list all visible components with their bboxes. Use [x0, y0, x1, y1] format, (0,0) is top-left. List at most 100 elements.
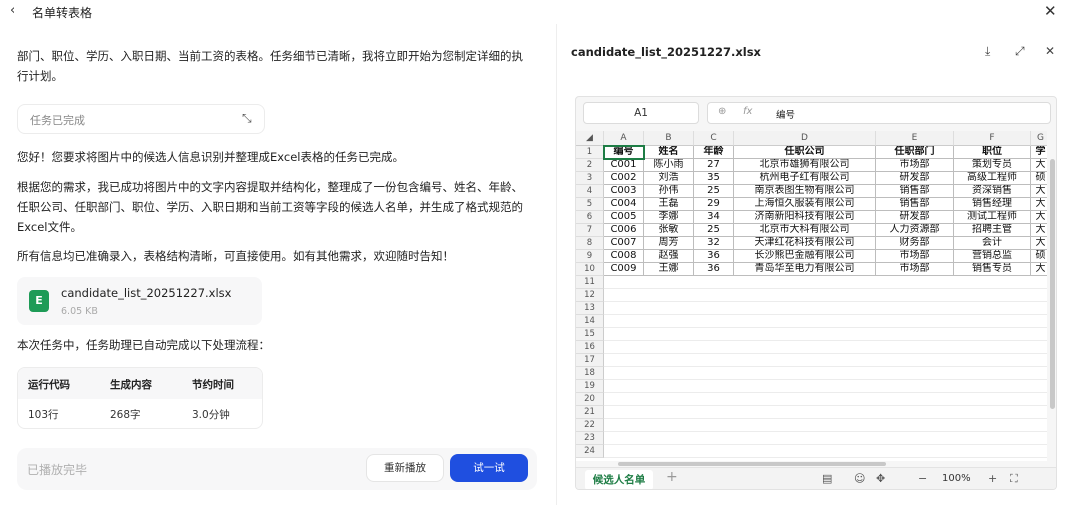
row-header[interactable]: 3	[576, 172, 604, 185]
table-cell[interactable]: 32	[694, 237, 734, 250]
table-cell[interactable]: C005	[604, 211, 644, 224]
column-header[interactable]: F	[954, 131, 1031, 146]
row-header[interactable]: 16	[576, 341, 604, 354]
row-header[interactable]: 21	[576, 406, 604, 419]
fit-screen-icon[interactable]: ⛶	[1010, 472, 1018, 486]
grid-corner[interactable]: ◢	[576, 131, 604, 146]
table-cell[interactable]: 25	[694, 224, 734, 237]
table-cell[interactable]: 大	[1031, 198, 1047, 211]
header-cell[interactable]: 编号	[604, 146, 644, 159]
table-cell[interactable]: C007	[604, 237, 644, 250]
scroll-thumb[interactable]	[618, 462, 886, 466]
table-cell[interactable]: 南京表图生物有限公司	[734, 185, 876, 198]
empty-row[interactable]	[604, 445, 1047, 458]
table-cell[interactable]: 上海恒久服装有限公司	[734, 198, 876, 211]
row-header[interactable]: 11	[576, 276, 604, 289]
fullscreen-icon[interactable]: ⤢	[1015, 44, 1025, 59]
row-header[interactable]: 8	[576, 237, 604, 250]
row-header[interactable]: 13	[576, 302, 604, 315]
header-cell[interactable]: 年龄	[694, 146, 734, 159]
table-cell[interactable]: 测试工程师	[954, 211, 1031, 224]
vertical-scrollbar[interactable]	[1047, 131, 1056, 461]
column-header[interactable]: E	[876, 131, 954, 146]
row-header[interactable]: 12	[576, 289, 604, 302]
header-cell[interactable]: 姓名	[644, 146, 694, 159]
column-header[interactable]: C	[694, 131, 734, 146]
table-cell[interactable]: 刘浩	[644, 172, 694, 185]
empty-row[interactable]	[604, 393, 1047, 406]
table-cell[interactable]: 硕	[1031, 172, 1047, 185]
scroll-thumb[interactable]	[1050, 159, 1055, 409]
empty-row[interactable]	[604, 367, 1047, 380]
row-header[interactable]: 10	[576, 263, 604, 276]
table-cell[interactable]: C008	[604, 250, 644, 263]
table-cell[interactable]: 27	[694, 159, 734, 172]
name-box[interactable]: A1	[583, 102, 699, 124]
freeze-icon[interactable]: ✥	[876, 472, 885, 485]
zoom-out-icon[interactable]: −	[918, 472, 927, 485]
table-cell[interactable]: 北京市大科有限公司	[734, 224, 876, 237]
row-header[interactable]: 2	[576, 159, 604, 172]
row-header[interactable]: 22	[576, 419, 604, 432]
download-icon[interactable]: ⤓	[985, 44, 990, 59]
table-cell[interactable]: 销售经理	[954, 198, 1031, 211]
row-header[interactable]: 19	[576, 380, 604, 393]
sheet-list-icon[interactable]: ▤	[822, 472, 832, 485]
empty-row[interactable]	[604, 328, 1047, 341]
table-cell[interactable]: 市场部	[876, 263, 954, 276]
close-viewer-icon[interactable]: ✕	[1045, 44, 1055, 58]
table-cell[interactable]: 张敏	[644, 224, 694, 237]
table-cell[interactable]: 北京市雄狮有限公司	[734, 159, 876, 172]
table-cell[interactable]: 36	[694, 250, 734, 263]
table-cell[interactable]: 市场部	[876, 250, 954, 263]
row-header[interactable]: 17	[576, 354, 604, 367]
header-cell[interactable]: 学	[1031, 146, 1047, 159]
formula-bar[interactable]: ⊕ fx 编号	[707, 102, 1051, 124]
table-cell[interactable]: 大	[1031, 224, 1047, 237]
try-button[interactable]: 试一试	[450, 454, 528, 482]
add-sheet-icon[interactable]: +	[666, 469, 678, 485]
header-cell[interactable]: 职位	[954, 146, 1031, 159]
back-icon[interactable]: ‹	[10, 3, 15, 18]
zoom-in-icon[interactable]: +	[988, 472, 997, 485]
table-cell[interactable]: 孙伟	[644, 185, 694, 198]
table-cell[interactable]: 营销总监	[954, 250, 1031, 263]
table-cell[interactable]: 市场部	[876, 159, 954, 172]
empty-row[interactable]	[604, 276, 1047, 289]
table-cell[interactable]: 大	[1031, 159, 1047, 172]
header-cell[interactable]: 任职公司	[734, 146, 876, 159]
sheet-tab[interactable]: 候选人名单	[585, 470, 653, 489]
table-cell[interactable]: 会计	[954, 237, 1031, 250]
row-header[interactable]: 9	[576, 250, 604, 263]
cell-grid[interactable]: ◢ A B C D E F G 1 2 3 4 5 6 7 8 9 10 11 12 13 14 15 16 17 18 19 20 2…	[576, 131, 1047, 461]
table-cell[interactable]: 大	[1031, 237, 1047, 250]
empty-row[interactable]	[604, 419, 1047, 432]
empty-row[interactable]	[604, 406, 1047, 419]
table-cell[interactable]: 36	[694, 263, 734, 276]
table-cell[interactable]: 硕	[1031, 250, 1047, 263]
table-cell[interactable]: 策划专员	[954, 159, 1031, 172]
close-icon[interactable]: ✕	[1044, 2, 1057, 20]
empty-row[interactable]	[604, 341, 1047, 354]
table-cell[interactable]: C009	[604, 263, 644, 276]
table-cell[interactable]: 大	[1031, 211, 1047, 224]
table-cell[interactable]: 杭州电子红有限公司	[734, 172, 876, 185]
table-cell[interactable]: 济南新阳科技有限公司	[734, 211, 876, 224]
empty-row[interactable]	[604, 315, 1047, 328]
table-cell[interactable]: 34	[694, 211, 734, 224]
row-header[interactable]: 5	[576, 198, 604, 211]
table-cell[interactable]: 长沙熊巴金融有限公司	[734, 250, 876, 263]
table-cell[interactable]: 销售部	[876, 198, 954, 211]
row-header[interactable]: 24	[576, 445, 604, 458]
table-cell[interactable]: 人力资源部	[876, 224, 954, 237]
table-cell[interactable]: 销售专员	[954, 263, 1031, 276]
table-cell[interactable]: C006	[604, 224, 644, 237]
table-cell[interactable]: 研发部	[876, 172, 954, 185]
view-icon[interactable]: ☺	[854, 472, 865, 485]
empty-row[interactable]	[604, 380, 1047, 393]
empty-row[interactable]	[604, 354, 1047, 367]
row-header[interactable]: 23	[576, 432, 604, 445]
column-header[interactable]: G	[1031, 131, 1047, 146]
replay-button[interactable]: 重新播放	[366, 454, 444, 482]
table-cell[interactable]: 招聘主管	[954, 224, 1031, 237]
